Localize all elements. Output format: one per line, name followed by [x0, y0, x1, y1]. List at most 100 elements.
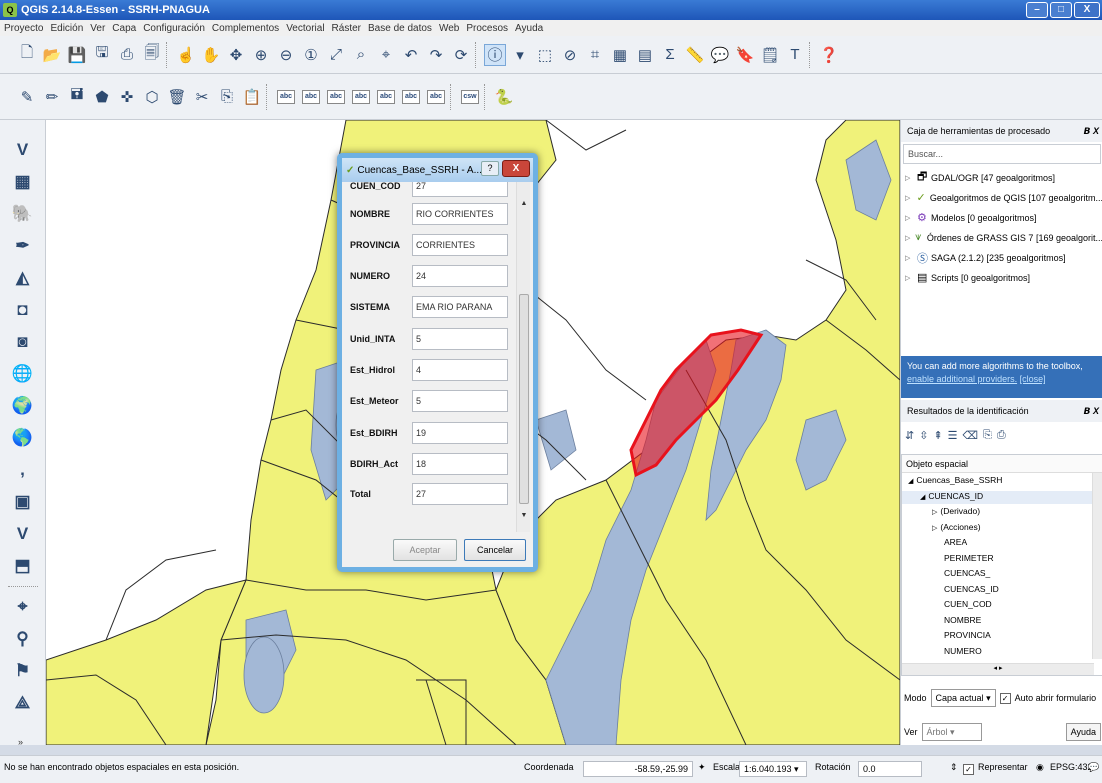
- select-features-icon[interactable]: ⬚: [534, 44, 556, 66]
- metasearch-icon[interactable]: csw: [459, 86, 481, 108]
- expand-arrow-icon[interactable]: ▷: [932, 525, 937, 532]
- provider-grass[interactable]: ▷ ⩛ Órdenes de GRASS GIS 7 [169 geoalgor…: [901, 228, 1102, 247]
- rotation-spinner-icon[interactable]: ⇕: [950, 762, 958, 773]
- pin-labels-icon[interactable]: abc: [300, 86, 322, 108]
- gps-tools-icon[interactable]: ⚑: [11, 659, 35, 683]
- menu-edicion[interactable]: Edición: [50, 23, 83, 34]
- provider-gdal[interactable]: ▷ 🗗 GDAL/OGR [47 geoalgoritmos]: [901, 168, 1102, 187]
- toolbar-overflow-icon[interactable]: »: [18, 737, 23, 747]
- pan-map-icon[interactable]: ✋: [200, 44, 222, 66]
- print-results-icon[interactable]: ⎙: [997, 429, 1006, 442]
- move-feature-icon[interactable]: ✜: [116, 86, 138, 108]
- expand-arrow-icon[interactable]: ▷: [905, 174, 917, 182]
- menu-configuracion[interactable]: Configuración: [143, 23, 205, 34]
- field-input-total[interactable]: 27: [412, 483, 508, 505]
- copy-features-icon[interactable]: ⎘: [216, 86, 238, 108]
- result-tree-item[interactable]: ◢ Cuencas_Base_SSRH: [902, 475, 1092, 488]
- result-tree-item[interactable]: PROVINCIA: [902, 630, 1092, 643]
- rotation-field[interactable]: 0.0: [858, 761, 922, 777]
- expand-arrow-icon[interactable]: ▷: [905, 214, 917, 222]
- field-input-nombre[interactable]: RIO CORRIENTES: [412, 203, 508, 225]
- show-hide-labels-icon[interactable]: abc: [350, 86, 372, 108]
- new-temporary-layer-icon[interactable]: ⬒: [11, 554, 35, 578]
- text-annotation-icon[interactable]: T: [784, 44, 806, 66]
- menu-ayuda[interactable]: Ayuda: [515, 23, 543, 34]
- add-wcs-layer-icon[interactable]: 🌍: [11, 394, 35, 418]
- scale-combo[interactable]: 1:6.040.193 ▾: [739, 761, 807, 777]
- new-print-composer-icon[interactable]: ⎙: [116, 44, 138, 66]
- result-tree-item[interactable]: PERIMETER: [902, 553, 1092, 566]
- clear-results-icon[interactable]: ⌫: [963, 429, 979, 442]
- touch-zoom-icon[interactable]: ☝: [175, 44, 197, 66]
- new-project-icon[interactable]: 🗋: [16, 44, 38, 66]
- field-input-cuen-cod[interactable]: 27: [412, 182, 508, 197]
- add-wfs-layer-icon[interactable]: 🌎: [11, 426, 35, 450]
- deselect-features-icon[interactable]: ⊘: [559, 44, 581, 66]
- add-feature-icon[interactable]: ⬟: [91, 86, 113, 108]
- delete-selected-icon[interactable]: 🗑: [166, 86, 188, 108]
- expand-arrow-icon[interactable]: ▷: [932, 509, 937, 516]
- new-shapefile-icon[interactable]: V: [11, 522, 35, 546]
- field-input-unid-inta[interactable]: 5: [412, 328, 508, 350]
- expand-arrow-icon[interactable]: ▷: [905, 254, 917, 262]
- close-notice-link[interactable]: [close]: [1020, 374, 1046, 384]
- identify-features-icon[interactable]: ⓘ: [484, 43, 506, 66]
- select-by-location-icon[interactable]: ⌗: [584, 44, 606, 66]
- highlight-pinned-labels-icon[interactable]: abc: [325, 86, 347, 108]
- identify-results-tree[interactable]: Objeto espacial ◢ Cuencas_Base_SSRH ◢ CUENC…: [901, 454, 1102, 676]
- field-input-est-hidrol[interactable]: 4: [412, 359, 508, 381]
- provider-saga[interactable]: ▷ Ⓢ SAGA (2.1.2) [235 geoalgoritmos]: [901, 248, 1102, 267]
- menu-procesos[interactable]: Procesos: [466, 23, 508, 34]
- zoom-out-icon[interactable]: ⊖: [275, 44, 297, 66]
- change-label-icon[interactable]: abc: [425, 86, 447, 108]
- zoom-next-icon[interactable]: ↷: [425, 44, 447, 66]
- paste-features-icon[interactable]: 📋: [241, 86, 263, 108]
- layer-labeling-icon[interactable]: abc: [275, 86, 297, 108]
- identify-dropdown-icon[interactable]: ▾: [509, 44, 531, 66]
- results-vscrollbar[interactable]: [1092, 473, 1102, 659]
- menu-proyecto[interactable]: Proyecto: [4, 23, 43, 34]
- cut-features-icon[interactable]: ✂: [191, 86, 213, 108]
- render-checkbox[interactable]: ✓: [963, 764, 974, 775]
- enable-providers-link[interactable]: enable additional providers.: [907, 374, 1017, 384]
- menu-raster[interactable]: Ráster: [332, 23, 361, 34]
- provider-scripts[interactable]: ▷ ▤ Scripts [0 geoalgoritmos]: [901, 268, 1102, 287]
- add-oracle-layer-icon[interactable]: ◙: [11, 330, 35, 354]
- messages-icon[interactable]: 💬: [1088, 762, 1099, 773]
- add-delimited-text-icon[interactable]: ,: [11, 458, 35, 482]
- field-input-provincia[interactable]: CORRIENTES: [412, 234, 508, 256]
- collapse-arrow-icon[interactable]: ◢: [920, 494, 925, 501]
- coordinate-capture-icon[interactable]: ⚲: [11, 627, 35, 651]
- expand-arrow-icon[interactable]: ▷: [905, 234, 915, 242]
- copy-feature-icon[interactable]: ⎘: [983, 429, 992, 442]
- result-tree-item[interactable]: ◢ CUENCAS_ID: [902, 490, 1092, 504]
- toolbox-search-input[interactable]: Buscar...: [903, 144, 1101, 164]
- georeferencer-icon[interactable]: ⌖: [11, 595, 35, 619]
- add-db2-layer-icon[interactable]: ◘: [11, 298, 35, 322]
- scroll-up-icon[interactable]: ▲: [517, 200, 531, 207]
- maximize-button[interactable]: □: [1050, 2, 1072, 18]
- add-wms-layer-icon[interactable]: 🌐: [11, 362, 35, 386]
- results-hscrollbar[interactable]: ◂ ▸: [902, 663, 1094, 675]
- save-project-icon[interactable]: 💾: [66, 44, 88, 66]
- expand-arrow-icon[interactable]: ▷: [905, 274, 917, 282]
- float-panel-icon[interactable]: 𝘽 X: [1084, 120, 1099, 142]
- field-input-est-bdirh[interactable]: 19: [412, 422, 508, 444]
- add-postgis-layer-icon[interactable]: 🐘: [11, 202, 35, 226]
- result-tree-item[interactable]: CUENCAS_: [902, 568, 1092, 581]
- result-tree-item[interactable]: ▷ (Acciones): [902, 522, 1092, 535]
- result-tree-item[interactable]: NOMBRE: [902, 615, 1092, 628]
- zoom-to-selection-icon[interactable]: ⌕: [350, 44, 372, 66]
- float-panel-icon[interactable]: 𝘽 X: [1084, 400, 1099, 422]
- accept-button[interactable]: Aceptar: [393, 539, 457, 561]
- menu-ver[interactable]: Ver: [90, 23, 105, 34]
- view-table-icon[interactable]: ☰: [948, 429, 958, 442]
- field-input-sistema[interactable]: EMA RIO PARANA: [412, 296, 508, 318]
- extents-toggle-icon[interactable]: ✦: [698, 762, 706, 773]
- dialog-close-button[interactable]: X: [502, 160, 530, 177]
- pan-to-selection-icon[interactable]: ✥: [225, 44, 247, 66]
- result-tree-item[interactable]: CUEN_COD: [902, 599, 1092, 612]
- menu-capa[interactable]: Capa: [112, 23, 136, 34]
- menu-vectorial[interactable]: Vectorial: [286, 23, 324, 34]
- scroll-down-icon[interactable]: ▼: [517, 512, 531, 519]
